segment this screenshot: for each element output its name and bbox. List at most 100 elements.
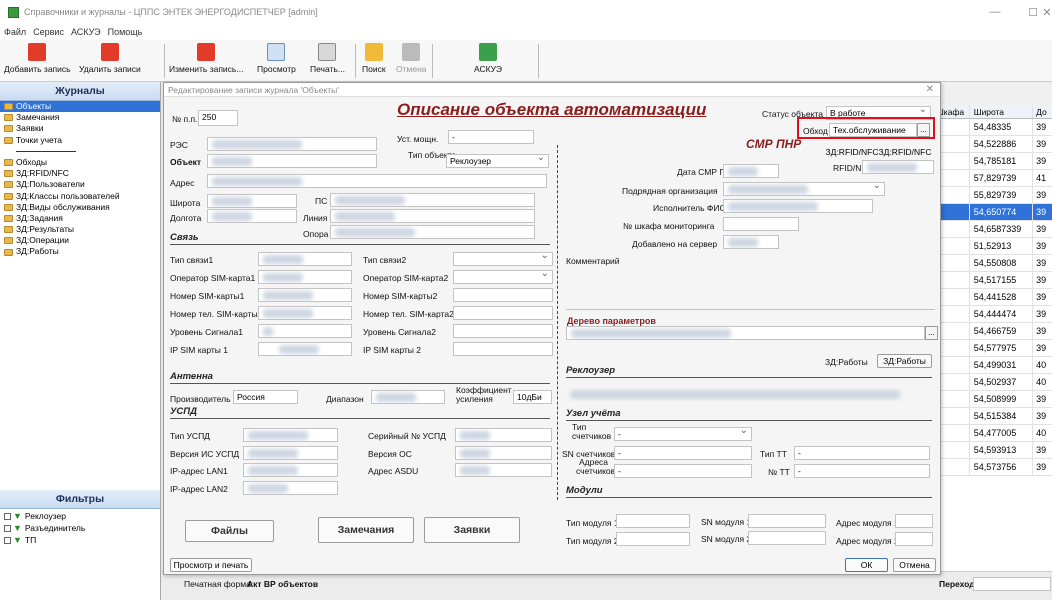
checkbox[interactable]	[4, 536, 11, 544]
table-row[interactable]: 54,650774 39	[932, 204, 1052, 221]
journal-item[interactable]: Заявки	[0, 123, 160, 134]
table-row[interactable]: 54,573756 39	[932, 459, 1052, 476]
filter-item[interactable]: ▼ Разъединитель	[0, 522, 85, 534]
uspd-serial-field[interactable]	[455, 428, 552, 442]
ip2-field[interactable]	[453, 342, 553, 356]
rfid-button-2[interactable]: ЗД:RFID/NFC	[879, 145, 932, 158]
lon-field[interactable]	[207, 209, 297, 223]
view-button[interactable]: Просмотр	[257, 43, 296, 74]
journal-item[interactable]: ЗД:RFID/NFC	[0, 168, 160, 179]
manufacturer-field[interactable]: Россия	[233, 390, 298, 404]
table-row[interactable]: 54,785181 39	[932, 153, 1052, 170]
table-row[interactable]: 54,515384 39	[932, 408, 1052, 425]
menu-service[interactable]: Сервис	[33, 27, 64, 37]
print-button[interactable]: Печать...	[310, 43, 345, 74]
grid-header-longitude[interactable]: До	[1033, 105, 1052, 118]
gain-field[interactable]: 10дБи	[513, 390, 552, 404]
dialog-cancel-button[interactable]: Отмена	[893, 558, 936, 572]
mod-sn2-field[interactable]	[748, 531, 826, 545]
table-row[interactable]: 51,52913 39	[932, 238, 1052, 255]
requests-button[interactable]: Заявки	[424, 517, 520, 543]
params-browse-button[interactable]: ...	[925, 326, 938, 340]
table-row[interactable]: 54,508999 39	[932, 391, 1052, 408]
journal-item[interactable]: ЗД:Пользователи	[0, 179, 160, 190]
address-field[interactable]	[207, 174, 547, 188]
sim-tel2-field[interactable]	[453, 306, 553, 320]
params-field[interactable]	[566, 326, 925, 340]
table-row[interactable]: 54,522886 39	[932, 136, 1052, 153]
checkbox[interactable]	[4, 512, 11, 520]
contractor-select[interactable]	[723, 182, 885, 196]
comment-field[interactable]	[566, 266, 935, 310]
works-button-2[interactable]: ЗД:Работы	[877, 354, 932, 368]
line-field[interactable]	[330, 209, 535, 223]
menu-askue[interactable]: АСКУЭ	[71, 27, 101, 37]
table-row[interactable]: 54,48335 39	[932, 119, 1052, 136]
mod-type1-field[interactable]	[616, 514, 690, 528]
table-row[interactable]: 54,444474 39	[932, 306, 1052, 323]
asdu-field[interactable]	[455, 463, 552, 477]
mod-addr1-field[interactable]	[895, 514, 933, 528]
journal-item[interactable]: ЗД:Результаты	[0, 224, 160, 235]
table-row[interactable]: 54,499031 40	[932, 357, 1052, 374]
sim-num1-field[interactable]	[258, 288, 352, 302]
lat-field[interactable]	[207, 194, 297, 208]
sim-tel1-field[interactable]	[258, 306, 352, 320]
opora-field[interactable]	[330, 225, 535, 239]
uspd-os-field[interactable]	[455, 446, 552, 460]
minimize-button[interactable]: —	[976, 0, 1014, 24]
journal-item[interactable]: ЗД:Работы	[0, 246, 160, 257]
journal-item[interactable]: ЗД:Классы пользователей	[0, 191, 160, 202]
table-row[interactable]: 54,517155 39	[932, 272, 1052, 289]
grid-header-latitude[interactable]: Широта	[970, 105, 1034, 118]
mod-addr2-field[interactable]	[895, 532, 933, 546]
table-row[interactable]: 57,829739 41	[932, 170, 1052, 187]
link-type1-field[interactable]	[258, 252, 352, 266]
table-row[interactable]: 54,550808 39	[932, 255, 1052, 272]
journal-item[interactable]: Обходы	[0, 157, 160, 168]
table-row[interactable]: 55,829739 39	[932, 187, 1052, 204]
journal-item[interactable]: ЗД:Операции	[0, 235, 160, 246]
smr-date-field[interactable]	[723, 164, 779, 178]
ust-field[interactable]: -	[448, 130, 534, 144]
table-row[interactable]: 54,6587339 39	[932, 221, 1052, 238]
meter-addr-field[interactable]: -	[614, 464, 752, 478]
cabinet-field[interactable]	[723, 217, 799, 231]
print-preview-button[interactable]: Просмотр и печать	[170, 558, 252, 572]
filter-item[interactable]: ▼ ТП	[0, 534, 85, 546]
menu-file[interactable]: Файл	[4, 27, 26, 37]
table-row[interactable]: 54,441528 39	[932, 289, 1052, 306]
added-field[interactable]	[723, 235, 779, 249]
range-field[interactable]	[371, 390, 445, 404]
signal1-field[interactable]	[258, 324, 352, 338]
search-button[interactable]: Поиск	[362, 43, 386, 74]
journal-item[interactable]: ЗД:Задания	[0, 213, 160, 224]
ip1-field[interactable]	[258, 342, 352, 356]
filter-item[interactable]: ▼ Реклоузер	[0, 510, 85, 522]
ip-lan2-field[interactable]	[243, 481, 338, 495]
sim-op1-field[interactable]	[258, 270, 352, 284]
goto-input[interactable]	[973, 577, 1051, 591]
journal-item[interactable]: Объекты	[0, 101, 160, 113]
sim-op2-select[interactable]	[453, 270, 553, 284]
meter-type-select[interactable]: -	[614, 427, 752, 441]
sn-field[interactable]: -	[614, 446, 752, 460]
mod-sn1-field[interactable]	[748, 514, 826, 528]
object-field[interactable]	[207, 154, 377, 168]
uspd-type-field[interactable]	[243, 428, 338, 442]
tt-type-field[interactable]: -	[794, 446, 930, 460]
journal-item[interactable]: ЗД:Виды обслуживания	[0, 202, 160, 213]
cancel-search-button[interactable]: Отмена	[396, 43, 427, 74]
res-field[interactable]	[207, 137, 377, 151]
remarks-button[interactable]: Замечания	[318, 517, 414, 543]
table-row[interactable]: 54,477005 40	[932, 425, 1052, 442]
link-type2-select[interactable]	[453, 252, 553, 266]
table-row[interactable]: 54,577975 39	[932, 340, 1052, 357]
tt-num-field[interactable]: -	[794, 464, 930, 478]
journal-item[interactable]: Точки учета	[0, 135, 160, 146]
works-button-1[interactable]: ЗД:Работы	[825, 357, 868, 367]
obhod-browse-button[interactable]: ...	[917, 123, 930, 137]
rfid-field[interactable]	[862, 160, 934, 174]
table-row[interactable]: 54,466759 39	[932, 323, 1052, 340]
print-form-value[interactable]: Акт ВР объектов	[247, 579, 318, 589]
